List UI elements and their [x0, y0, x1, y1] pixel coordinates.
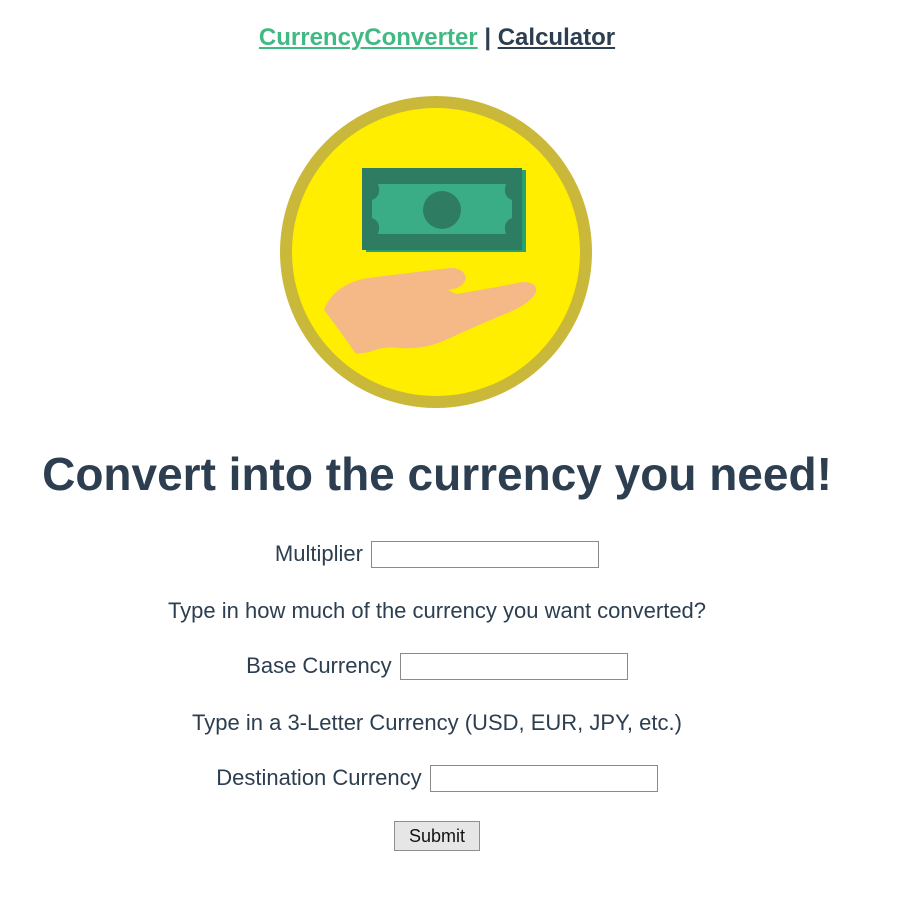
- base-currency-input[interactable]: [399, 652, 628, 680]
- submit-row: Submit: [0, 821, 874, 851]
- base-currency-row: Base Currency: [0, 650, 874, 681]
- nav-link-currency-converter[interactable]: CurrencyConverter: [259, 24, 478, 51]
- multiplier-help-text: Type in how much of the currency you wan…: [167, 598, 707, 623]
- nav-link-calculator[interactable]: Calculator: [498, 24, 615, 51]
- base-currency-label: Base Currency: [246, 653, 392, 679]
- destination-currency-row: Destination Currency: [0, 762, 874, 793]
- top-nav: CurrencyConverter | Calculator: [0, 24, 874, 52]
- destination-currency-label: Destination Currency: [216, 765, 422, 791]
- hand-with-money-icon: [280, 96, 592, 408]
- bill-center: [423, 191, 461, 229]
- multiplier-input[interactable]: [371, 540, 600, 568]
- submit-button[interactable]: Submit: [393, 821, 481, 851]
- page-title: Convert into the currency you need!: [42, 448, 832, 500]
- nav-separator: |: [484, 24, 492, 51]
- destination-currency-input[interactable]: [429, 764, 658, 792]
- base-currency-help-text: Type in a 3-Letter Currency (USD, EUR, J…: [192, 710, 682, 735]
- multiplier-label: Multiplier: [274, 541, 363, 567]
- multiplier-row: Multiplier: [0, 538, 874, 569]
